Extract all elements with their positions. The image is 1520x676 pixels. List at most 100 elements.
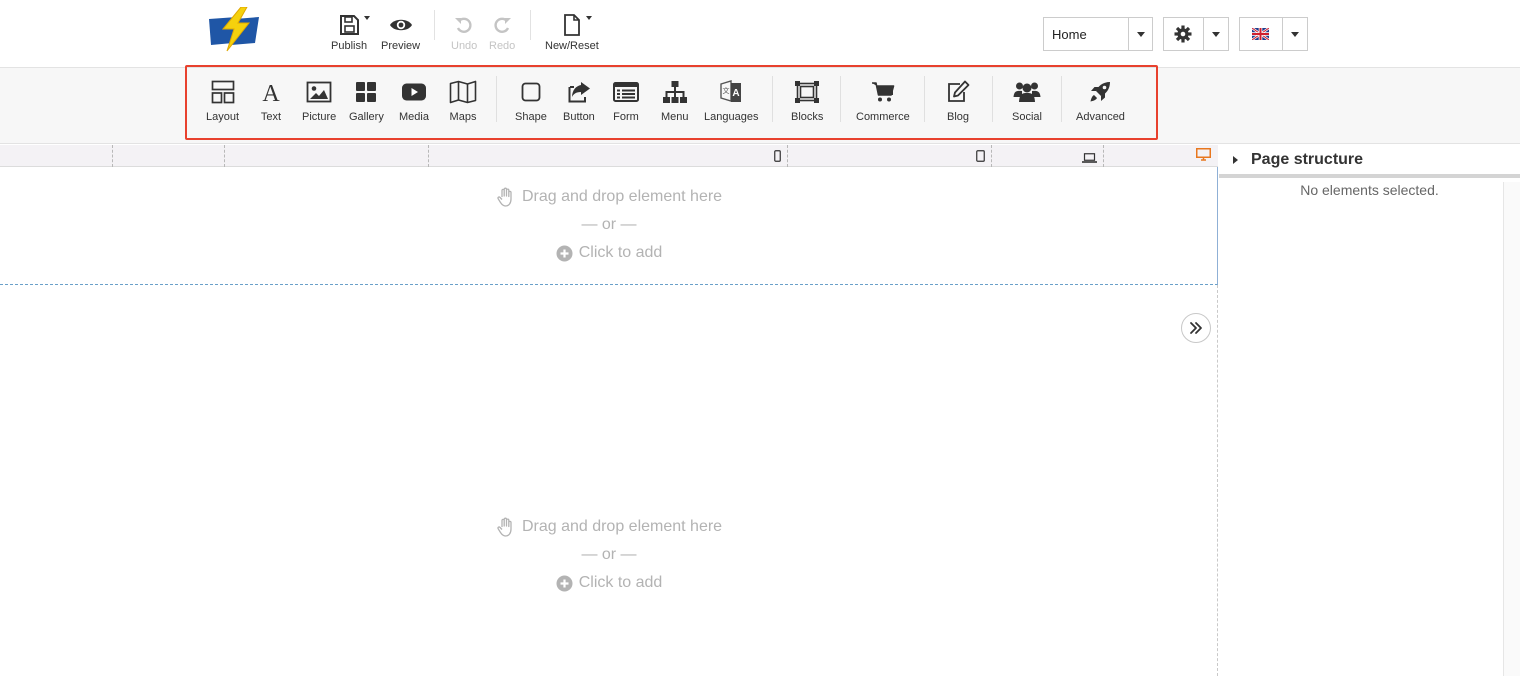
tool-media[interactable]: Media (399, 78, 429, 123)
form-icon (613, 78, 639, 106)
click-to-add-label: Click to add (578, 574, 663, 591)
tool-layout[interactable]: Layout (206, 78, 239, 123)
redo-button[interactable]: Redo (489, 10, 515, 52)
tool-commerce[interactable]: Commerce (856, 78, 910, 123)
page-structure-header[interactable]: Page structure (1219, 145, 1520, 178)
mobile-icon[interactable] (774, 149, 781, 167)
tool-blog[interactable]: Blog (946, 78, 970, 123)
settings-dropdown[interactable] (1163, 17, 1229, 51)
page-structure-panel: Page structure No elements selected. (1219, 145, 1520, 676)
double-chevron-right-icon (1190, 322, 1202, 334)
panel-scrollbar[interactable] (1503, 182, 1520, 676)
breakpoint-ruler (0, 145, 1218, 167)
divider (992, 76, 993, 122)
redo-label: Redo (489, 40, 516, 52)
media-icon (401, 78, 427, 106)
button-icon (567, 78, 591, 106)
shape-icon (521, 78, 541, 106)
preview-button[interactable]: Preview (381, 10, 420, 52)
tool-picture[interactable]: Picture (302, 78, 336, 123)
tool-label: Shape (515, 111, 547, 123)
language-dropdown[interactable] (1239, 17, 1308, 51)
cart-icon (871, 78, 895, 106)
tool-form[interactable]: Form (613, 78, 639, 123)
ruler-tick (224, 145, 225, 167)
tool-button[interactable]: Button (563, 78, 595, 123)
tool-text[interactable]: A Text (260, 78, 282, 123)
save-icon (338, 10, 360, 40)
tool-label: Gallery (349, 111, 384, 123)
gear-icon[interactable] (1164, 18, 1203, 50)
desktop-icon[interactable] (1196, 148, 1211, 166)
preview-label: Preview (381, 40, 421, 52)
tool-label: Media (399, 111, 429, 123)
tool-gallery[interactable]: Gallery (349, 78, 384, 123)
hand-icon (497, 187, 512, 207)
tool-label: Menu (661, 111, 689, 123)
expand-panel-button[interactable] (1181, 313, 1211, 343)
element-toolbar: Layout A Text Picture Gallery Media Maps (0, 68, 1520, 144)
tool-maps[interactable]: Maps (449, 78, 477, 123)
plus-circle-icon (556, 575, 573, 591)
tool-languages[interactable]: A文 Languages (704, 78, 758, 123)
ruler-tick (112, 145, 113, 167)
svg-text:A: A (733, 88, 740, 99)
publish-button[interactable]: Publish (331, 10, 367, 52)
new-reset-dropdown-caret[interactable] (586, 16, 592, 20)
ruler-tick (1103, 145, 1104, 167)
dropzone[interactable]: Drag and drop element here — or — Click … (0, 183, 1218, 267)
tool-label: Button (563, 111, 595, 123)
tool-shape[interactable]: Shape (515, 78, 547, 123)
tool-label: Blocks (791, 111, 824, 123)
click-to-add-button[interactable]: Click to add (556, 239, 663, 267)
click-to-add-label: Click to add (578, 244, 663, 261)
hand-icon (497, 517, 512, 537)
tool-advanced[interactable]: Advanced (1076, 78, 1125, 123)
text-icon: A (260, 78, 282, 106)
uk-flag-icon[interactable] (1240, 18, 1282, 50)
page-select-value: Home (1052, 26, 1087, 42)
or-separator: — or — (581, 216, 637, 233)
tool-label: Picture (302, 111, 337, 123)
caret-right-icon (1233, 155, 1238, 164)
language-dropdown-toggle[interactable] (1281, 18, 1307, 50)
undo-button[interactable]: Undo (451, 10, 477, 52)
publish-label: Publish (331, 40, 368, 52)
tool-label: Social (1012, 111, 1042, 123)
publish-dropdown-caret[interactable] (364, 16, 370, 20)
maps-icon (449, 78, 477, 106)
tool-label: Blog (946, 111, 970, 123)
page-select-dropdown[interactable] (1128, 18, 1152, 50)
tool-label: Form (613, 111, 639, 123)
laptop-icon[interactable] (1082, 150, 1097, 168)
divider (772, 76, 773, 122)
tool-label: Languages (704, 111, 759, 123)
tablet-icon[interactable] (976, 149, 985, 167)
gallery-icon (355, 78, 377, 106)
plus-circle-icon (556, 245, 573, 261)
tool-label: Commerce (856, 111, 910, 123)
settings-dropdown-toggle[interactable] (1202, 18, 1228, 50)
empty-state-text: No elements selected. (1300, 182, 1439, 198)
drag-text: Drag and drop element here (521, 518, 723, 535)
drag-hint: Drag and drop element here (496, 183, 722, 211)
lightning-logo-icon[interactable] (207, 6, 261, 53)
chevron-down-icon (1211, 31, 1220, 37)
page-section[interactable]: Drag and drop element here — or — Click … (0, 167, 1218, 285)
layout-icon (211, 78, 235, 106)
sitemap-icon (662, 78, 688, 106)
tool-menu[interactable]: Menu (661, 78, 689, 123)
page-select[interactable]: Home (1043, 17, 1153, 51)
click-to-add-button[interactable]: Click to add (556, 569, 663, 597)
blog-icon (946, 78, 970, 106)
tool-social[interactable]: Social (1012, 78, 1042, 123)
dropzone[interactable]: Drag and drop element here — or — Click … (0, 513, 1218, 597)
tool-label: Maps (449, 111, 477, 123)
tool-blocks[interactable]: Blocks (791, 78, 823, 123)
panel-title: Page structure (1251, 150, 1364, 168)
editor-canvas[interactable]: Drag and drop element here — or — Click … (0, 167, 1218, 676)
drag-text: Drag and drop element here (521, 188, 723, 205)
new-reset-label: New/Reset (545, 40, 599, 52)
new-page-icon (562, 10, 582, 40)
ruler-tick (787, 145, 788, 167)
